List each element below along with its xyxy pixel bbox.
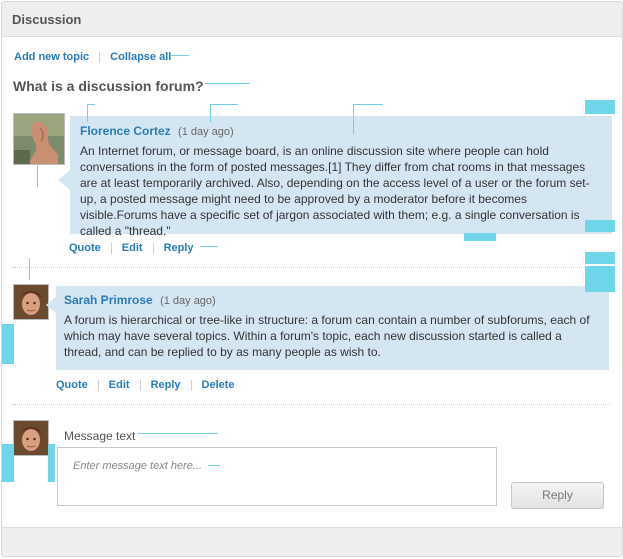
quote-link[interactable]: Quote bbox=[69, 242, 101, 254]
annotation-marker bbox=[210, 104, 238, 105]
reply-link[interactable]: Reply bbox=[151, 379, 181, 391]
action-separator bbox=[97, 379, 99, 391]
annotation-block bbox=[2, 324, 14, 364]
message-label: Message text bbox=[64, 429, 136, 443]
post-meta: Florence Cortez (1 day ago) bbox=[80, 123, 600, 140]
annotation-marker bbox=[353, 104, 383, 105]
annotation-marker bbox=[87, 104, 95, 105]
edit-link[interactable]: Edit bbox=[122, 242, 143, 254]
post-text: A forum is hierarchical or tree-like in … bbox=[64, 313, 590, 359]
annotation-block bbox=[585, 252, 615, 264]
post-bubble: Florence Cortez (1 day ago) An Internet … bbox=[70, 116, 612, 238]
quote-link[interactable]: Quote bbox=[56, 379, 88, 391]
panel-header: Discussion bbox=[2, 2, 622, 37]
post-text: An Internet forum, or message board, is … bbox=[80, 144, 590, 238]
add-new-topic-link[interactable]: Add new topic bbox=[14, 51, 89, 63]
topic-toolbar: Add new topic Collapse all bbox=[14, 51, 171, 63]
post-author-link[interactable]: Florence Cortez bbox=[80, 124, 171, 138]
annotation-block bbox=[585, 100, 615, 114]
message-input[interactable] bbox=[57, 447, 497, 506]
post-divider bbox=[12, 267, 610, 268]
annotation-block bbox=[585, 266, 615, 292]
toolbar-separator bbox=[99, 51, 101, 63]
post-meta: Sarah Primrose (1 day ago) bbox=[64, 292, 599, 309]
bubble-pointer bbox=[58, 170, 70, 190]
topic-title: What is a discussion forum? bbox=[13, 78, 204, 94]
edit-link[interactable]: Edit bbox=[109, 379, 130, 391]
collapse-all-link[interactable]: Collapse all bbox=[110, 51, 171, 63]
post-time: (1 day ago) bbox=[178, 126, 234, 138]
avatar[interactable] bbox=[13, 113, 65, 165]
delete-link[interactable]: Delete bbox=[202, 379, 235, 391]
reply-link[interactable]: Reply bbox=[164, 242, 194, 254]
discussion-panel: Discussion Add new topic Collapse all Wh… bbox=[1, 1, 623, 557]
annotation-marker bbox=[87, 104, 88, 122]
annotation-marker bbox=[353, 104, 354, 134]
avatar bbox=[13, 420, 49, 456]
avatar[interactable] bbox=[13, 284, 49, 320]
reply-button[interactable]: Reply bbox=[511, 482, 604, 509]
post-divider bbox=[12, 404, 610, 405]
annotation-marker bbox=[29, 258, 30, 280]
annotation-block bbox=[48, 444, 55, 482]
avatar-photo-icon bbox=[14, 421, 48, 455]
action-separator bbox=[139, 379, 141, 391]
annotation-marker bbox=[210, 104, 211, 122]
post-bubble: Sarah Primrose (1 day ago) A forum is hi… bbox=[56, 286, 609, 370]
annotation-marker bbox=[200, 246, 218, 247]
annotation-marker bbox=[171, 55, 189, 56]
annotation-marker bbox=[138, 433, 218, 434]
action-separator bbox=[152, 242, 154, 254]
annotation-block bbox=[2, 444, 14, 482]
post-actions: Quote Edit Reply Delete bbox=[56, 379, 235, 391]
annotation-marker bbox=[205, 83, 250, 84]
post-author-link[interactable]: Sarah Primrose bbox=[64, 293, 153, 307]
annotation-marker bbox=[37, 163, 38, 187]
action-separator bbox=[190, 379, 192, 391]
avatar-photo-icon bbox=[14, 114, 64, 164]
annotation-block bbox=[464, 233, 496, 241]
annotation-marker bbox=[208, 465, 220, 466]
avatar-photo-icon bbox=[14, 285, 48, 319]
panel-footer bbox=[2, 527, 622, 556]
post-actions: Quote Edit Reply bbox=[69, 242, 194, 254]
panel-title: Discussion bbox=[12, 12, 82, 27]
annotation-block bbox=[585, 220, 615, 232]
post-time: (1 day ago) bbox=[160, 295, 216, 307]
action-separator bbox=[110, 242, 112, 254]
